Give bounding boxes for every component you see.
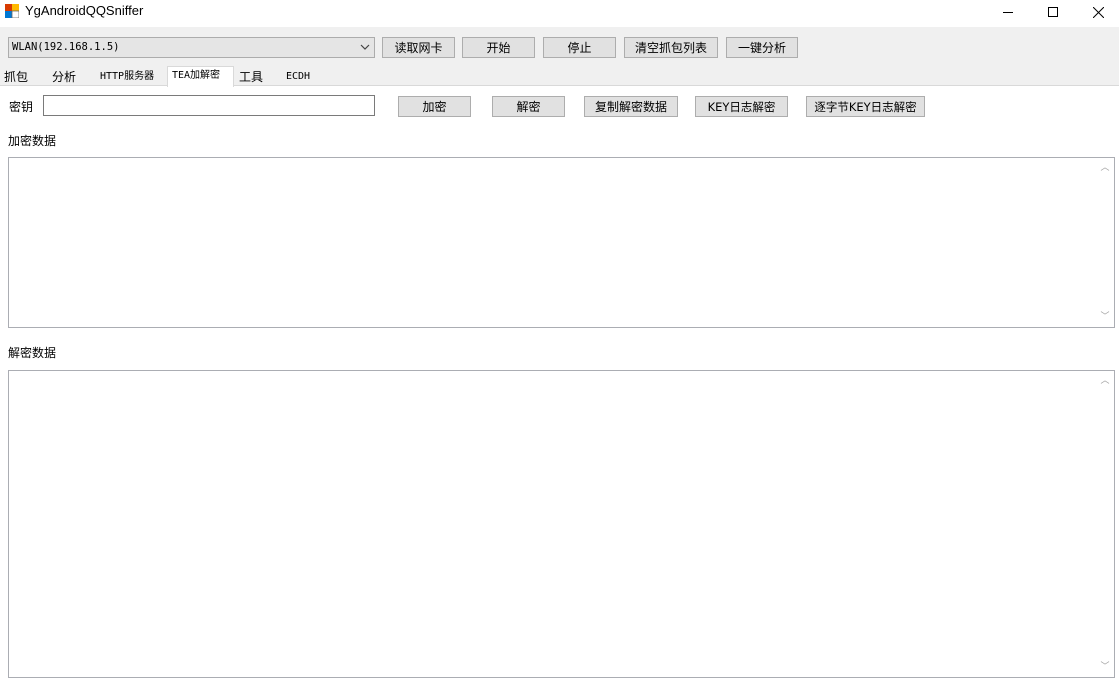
close-button[interactable] xyxy=(1075,0,1119,24)
tab-tools[interactable]: 工具 xyxy=(235,68,281,86)
read-nic-button[interactable]: 读取网卡 xyxy=(382,37,455,58)
decrypted-data-textarea[interactable]: ︿ ﹀ xyxy=(8,370,1115,678)
tab-ecdh[interactable]: ECDH xyxy=(282,68,326,86)
adapter-select-value: WLAN(192.168.1.5) xyxy=(12,41,120,53)
tab-capture[interactable]: 抓包 xyxy=(0,68,46,86)
maximize-button[interactable] xyxy=(1030,0,1076,24)
maximize-icon xyxy=(1048,7,1058,17)
scroll-up-icon[interactable]: ︿ xyxy=(1100,376,1110,386)
decrypted-data-label: 解密数据 xyxy=(8,346,57,360)
scroll-down-icon[interactable]: ﹀ xyxy=(1100,662,1110,672)
close-icon xyxy=(1092,6,1104,18)
key-label: 密钥 xyxy=(9,100,34,114)
adapter-select[interactable]: WLAN(192.168.1.5) xyxy=(8,37,375,58)
window-title: YgAndroidQQSniffer xyxy=(25,3,144,18)
tab-tea-crypto[interactable]: TEA加解密 xyxy=(167,66,234,87)
tab-analysis[interactable]: 分析 xyxy=(48,68,94,86)
start-button[interactable]: 开始 xyxy=(462,37,535,58)
tab-http-server[interactable]: HTTP服务器 xyxy=(96,68,164,86)
minimize-button[interactable] xyxy=(985,0,1031,24)
key-log-decrypt-button[interactable]: KEY日志解密 xyxy=(695,96,788,117)
key-input[interactable] xyxy=(43,95,375,116)
minimize-icon xyxy=(1003,12,1013,13)
clear-list-button[interactable]: 清空抓包列表 xyxy=(624,37,718,58)
title-bar xyxy=(0,0,1119,24)
decrypt-button[interactable]: 解密 xyxy=(492,96,565,117)
encrypted-data-textarea[interactable]: ︿ ﹀ xyxy=(8,157,1115,328)
scroll-down-icon[interactable]: ﹀ xyxy=(1100,312,1110,322)
app-icon xyxy=(5,4,20,19)
scroll-up-icon[interactable]: ︿ xyxy=(1100,163,1110,173)
encrypt-button[interactable]: 加密 xyxy=(398,96,471,117)
byte-key-log-decrypt-button[interactable]: 逐字节KEY日志解密 xyxy=(806,96,925,117)
one-click-analyze-button[interactable]: 一键分析 xyxy=(726,37,798,58)
stop-button[interactable]: 停止 xyxy=(543,37,616,58)
copy-decrypted-button[interactable]: 复制解密数据 xyxy=(584,96,678,117)
encrypted-data-label: 加密数据 xyxy=(8,134,57,148)
chevron-down-icon xyxy=(360,44,370,50)
